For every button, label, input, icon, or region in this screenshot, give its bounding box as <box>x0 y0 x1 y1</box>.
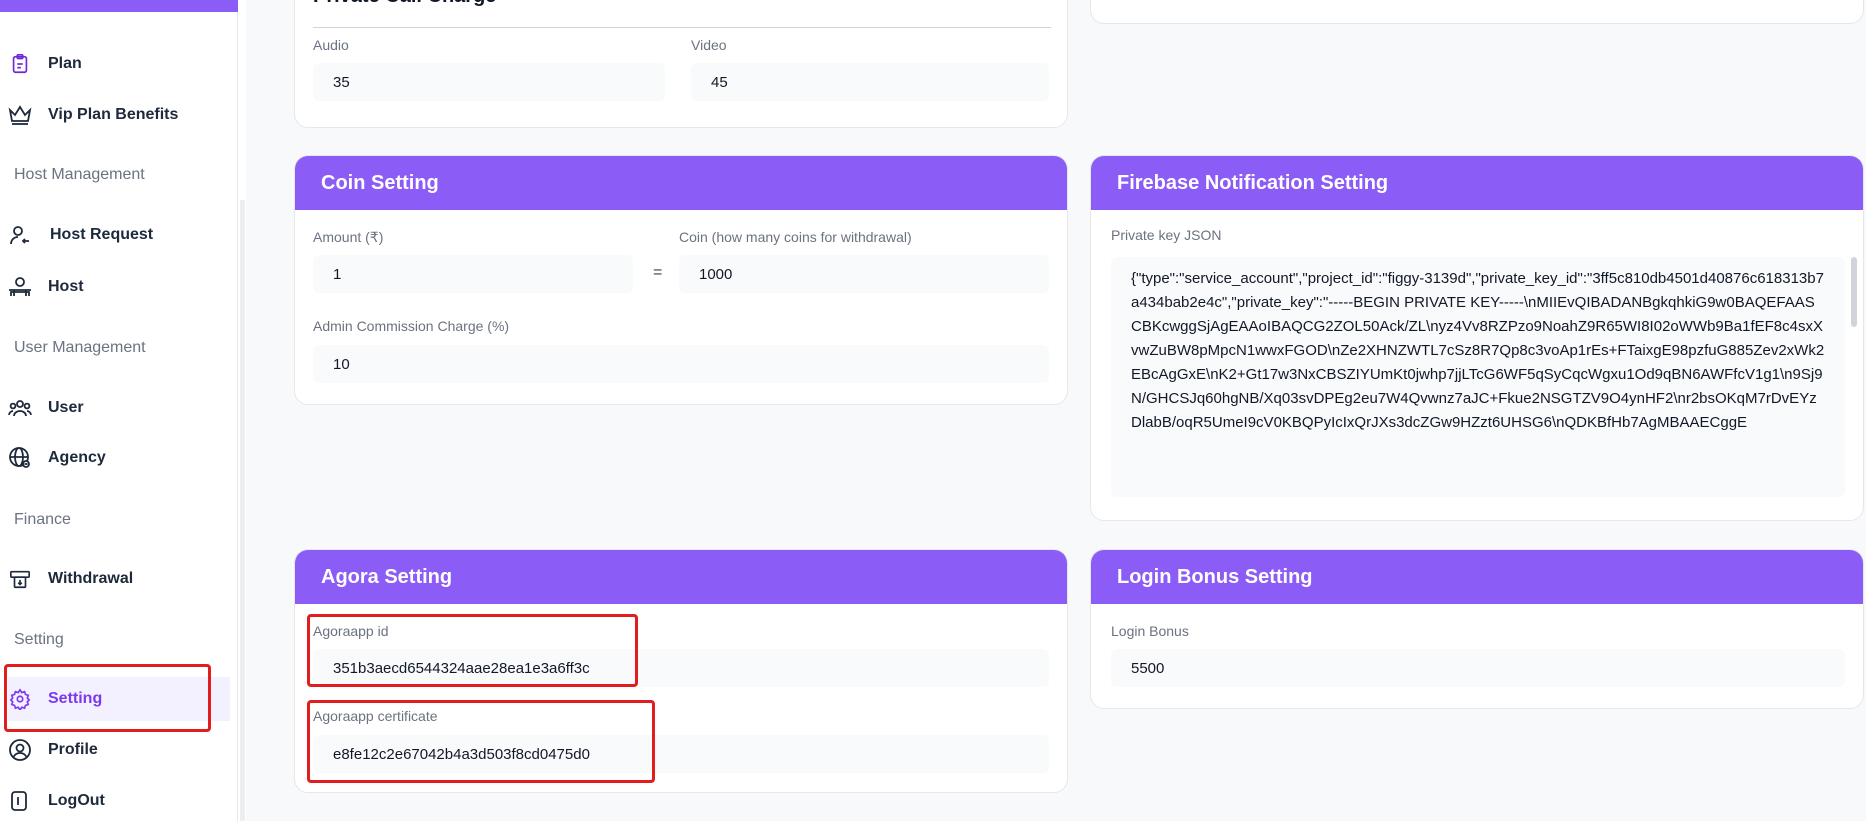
sidebar-item-label: Setting <box>48 690 103 707</box>
firebase-setting-title: Firebase Notification Setting <box>1091 156 1863 210</box>
firebase-setting-card: Firebase Notification Setting Private ke… <box>1090 155 1864 521</box>
login-bonus-card: Login Bonus Setting Login Bonus 5500 <box>1090 549 1864 709</box>
sidebar-item-setting[interactable]: Setting <box>8 677 230 721</box>
commission-label: Admin Commission Charge (%) <box>313 318 510 334</box>
sidebar-scrollbar[interactable] <box>240 200 245 821</box>
sidebar-item-vip-plan-benefits[interactable]: Vip Plan Benefits <box>8 93 230 137</box>
private-call-title: Private Call Charge <box>313 0 496 8</box>
section-user-management: User Management <box>14 339 146 356</box>
clipboard-icon <box>8 52 32 76</box>
agora-certificate-label: Agoraapp certificate <box>313 708 438 724</box>
sidebar-item-withdrawal[interactable]: Withdrawal <box>8 557 230 601</box>
equals-sign: = <box>653 264 663 281</box>
coin-setting-card: Coin Setting Amount (₹) 1 = Coin (how ma… <box>294 155 1068 405</box>
sidebar-item-label: Host <box>48 278 84 295</box>
users-icon <box>8 396 32 420</box>
login-bonus-input[interactable]: 5500 <box>1111 649 1845 687</box>
user-request-icon <box>8 223 32 247</box>
crown-icon <box>8 103 32 127</box>
sidebar-item-agency[interactable]: Agency <box>8 436 230 480</box>
withdrawal-icon <box>8 567 32 591</box>
sidebar-item-label: User <box>48 399 84 416</box>
amount-input[interactable]: 1 <box>313 255 633 293</box>
audio-input[interactable]: 35 <box>313 63 665 101</box>
gear-icon <box>8 687 32 711</box>
divider <box>313 27 1051 28</box>
sidebar-item-label: LogOut <box>48 792 105 809</box>
private-key-textarea[interactable]: {"type":"service_account","project_id":"… <box>1111 257 1845 497</box>
host-icon <box>8 275 32 299</box>
coin-label: Coin (how many coins for withdrawal) <box>679 229 912 245</box>
sidebar-top-accent <box>0 0 238 12</box>
top-right-card <box>1090 0 1864 24</box>
agora-app-id-label: Agoraapp id <box>313 623 389 639</box>
private-call-card: Private Call Charge Audio 35 Video 45 <box>294 0 1068 128</box>
logout-icon <box>8 789 32 813</box>
sidebar-item-label: Plan <box>48 55 82 72</box>
profile-icon <box>8 738 32 762</box>
commission-input[interactable]: 10 <box>313 345 1049 383</box>
audio-label: Audio <box>313 37 349 53</box>
section-setting: Setting <box>14 631 64 648</box>
login-bonus-title: Login Bonus Setting <box>1091 550 1863 604</box>
sidebar-item-profile[interactable]: Profile <box>8 728 230 772</box>
sidebar-item-label: Agency <box>48 449 106 466</box>
sidebar-item-user[interactable]: User <box>8 386 230 430</box>
private-key-label: Private key JSON <box>1111 227 1222 243</box>
textarea-scrollbar[interactable] <box>1851 257 1857 327</box>
main-content: Private Call Charge Audio 35 Video 45 Co… <box>246 0 1866 821</box>
login-bonus-label: Login Bonus <box>1111 623 1189 639</box>
video-input[interactable]: 45 <box>691 63 1049 101</box>
sidebar-item-host[interactable]: Host <box>8 265 230 309</box>
sidebar-item-logout[interactable]: LogOut <box>8 779 230 823</box>
agora-setting-title: Agora Setting <box>295 550 1067 604</box>
amount-label: Amount (₹) <box>313 229 384 245</box>
coin-setting-title: Coin Setting <box>295 156 1067 210</box>
sidebar: Plan Vip Plan Benefits Host Management H… <box>0 0 238 821</box>
sidebar-item-label: Vip Plan Benefits <box>48 106 179 123</box>
sidebar-item-label: Profile <box>48 741 98 758</box>
coin-input[interactable]: 1000 <box>679 255 1049 293</box>
sidebar-item-host-request[interactable]: Host Request <box>8 213 230 257</box>
video-label: Video <box>691 37 727 53</box>
globe-icon <box>8 446 32 470</box>
sidebar-item-label: Host Request <box>50 226 154 243</box>
section-host-management: Host Management <box>14 166 145 183</box>
sidebar-item-label: Withdrawal <box>48 570 134 587</box>
agora-certificate-input[interactable]: e8fe12c2e67042b4a3d503f8cd0475d0 <box>313 735 1049 773</box>
sidebar-item-plan[interactable]: Plan <box>8 42 230 86</box>
agora-app-id-input[interactable]: 351b3aecd6544324aae28ea1e3a6ff3c <box>313 649 1049 687</box>
section-finance: Finance <box>14 511 71 528</box>
agora-setting-card: Agora Setting Agoraapp id 351b3aecd65443… <box>294 549 1068 793</box>
